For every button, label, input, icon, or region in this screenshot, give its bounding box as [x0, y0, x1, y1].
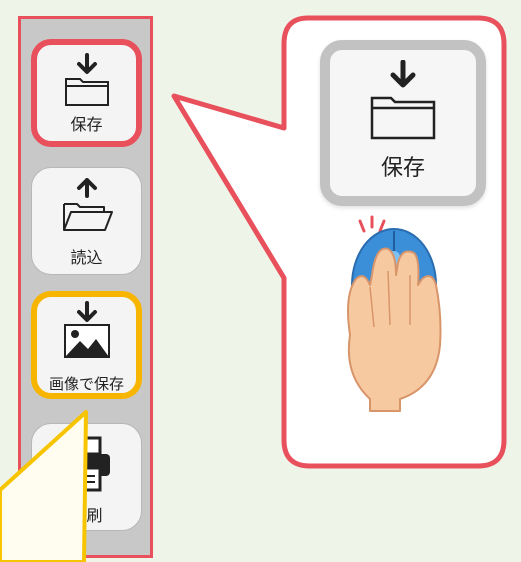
zoomed-save-label: 保存 [380, 156, 425, 181]
mouse-click-hand-icon [347, 215, 442, 412]
save-icon [370, 60, 436, 140]
zoomed-save-button: 保存 [320, 40, 486, 206]
